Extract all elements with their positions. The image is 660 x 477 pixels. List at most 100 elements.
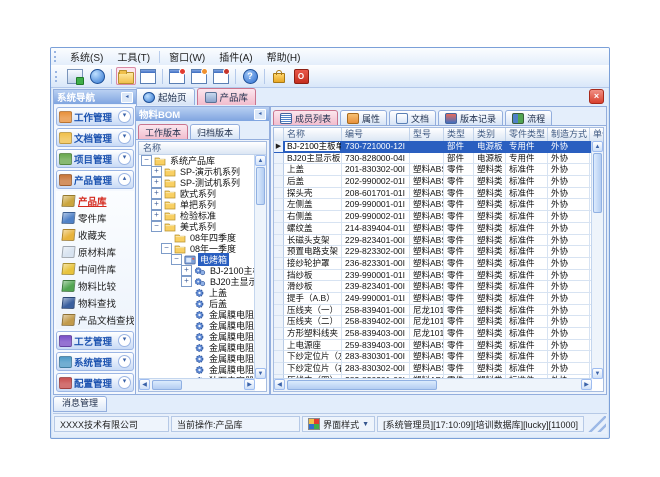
message-panel-tab[interactable]: 消息管理 (53, 396, 107, 412)
chevron-up-icon[interactable]: ▴ (118, 173, 131, 186)
menu-item-5[interactable]: 帮助(H) (260, 48, 308, 65)
lock-button[interactable] (269, 67, 289, 85)
workspace-button[interactable] (65, 67, 85, 85)
collapse-panel-icon[interactable]: ◂ (121, 92, 133, 103)
scroll-up-icon[interactable]: ▲ (255, 155, 266, 166)
menubar-grip[interactable] (54, 51, 59, 62)
table-row[interactable]: 长磁头支架229-823401-00I塑料ABS零件塑料类标准件外协条 (274, 235, 592, 247)
chevron-down-icon[interactable]: ▾ (118, 110, 131, 123)
column-header-名称[interactable]: 名称 (284, 128, 342, 141)
web-button[interactable] (87, 67, 107, 85)
document-tab-2[interactable]: 产品库 (197, 88, 257, 105)
collapse-bom-icon[interactable]: ◂ (254, 109, 266, 120)
column-header-类别[interactable]: 类别 (474, 128, 506, 141)
close-window-button[interactable] (211, 67, 231, 85)
detail-tab-4[interactable]: 版本记录 (438, 110, 503, 125)
table-row[interactable]: 上电源座259-839403-00I塑料ABS零件塑料类标准件外协条 (274, 340, 592, 352)
expand-icon[interactable]: + (151, 210, 162, 221)
exit-button[interactable]: O (291, 67, 311, 85)
collapse-icon[interactable]: − (161, 243, 172, 254)
expand-icon[interactable]: + (151, 199, 162, 210)
detail-tab-2[interactable]: 属性 (340, 110, 387, 125)
expand-icon[interactable]: + (151, 177, 162, 188)
table-row[interactable]: 压线夹（二）258-839402-00I尼龙1010零件塑料类标准件外协条 (274, 316, 592, 328)
sidebar-item-产品文档查找[interactable]: 产品文档查找 (56, 311, 134, 328)
menu-item-3[interactable]: 窗口(W) (162, 48, 212, 65)
collapse-icon[interactable]: − (151, 221, 162, 232)
close-tab-button[interactable]: × (589, 89, 604, 104)
menu-item-1[interactable]: 系统(S) (63, 48, 110, 65)
table-row[interactable]: 下纱定位片（左）283-830301-00I塑料ABS零件塑料类标准件外协条 (274, 351, 592, 363)
tree-vertical-scrollbar[interactable]: ▲ ▼ (254, 155, 266, 379)
scroll-down-icon[interactable]: ▼ (592, 368, 603, 379)
nav-group-3[interactable]: 项目管理▾ (56, 149, 134, 168)
collapse-icon[interactable]: − (171, 254, 182, 265)
sidebar-item-零件库[interactable]: 零件库 (56, 209, 134, 226)
table-row[interactable]: 接纱轮护罩236-823301-00I塑料ABS零件塑料类标准件外协条 (274, 258, 592, 270)
column-header-制造方式[interactable]: 制造方式 (548, 128, 590, 141)
document-tab-1[interactable]: 起始页 (135, 88, 195, 105)
version-tab-2[interactable]: 归档版本 (190, 124, 240, 139)
table-row[interactable]: 挡纱板239-990001-01I塑料ABS零件塑料类标准件外协条 (274, 270, 592, 282)
chevron-down-icon[interactable]: ▾ (118, 376, 131, 389)
tree-column-header[interactable]: 名称 (139, 142, 266, 155)
table-row[interactable]: 上盖201-830302-00I塑料ABS零件塑料类标准件外协条 (274, 164, 592, 176)
grid-vertical-scrollbar[interactable]: ▲ ▼ (591, 141, 603, 379)
table-row[interactable]: 提手（A.B）249-990001-01I塑料ABS零件塑料类标准件外协条 (274, 293, 592, 305)
table-row[interactable]: 下纱定位片（右）283-830302-00I塑料ABS零件塑料类标准件外协条 (274, 363, 592, 375)
sidebar-item-产品库[interactable]: 产品库 (56, 192, 134, 209)
column-header-型号[interactable]: 型号 (410, 128, 444, 141)
tree-horizontal-scrollbar[interactable]: ◀ ▶ (139, 378, 255, 391)
nav-group-6[interactable]: 系统管理▾ (56, 352, 134, 371)
table-row[interactable]: 右侧盖209-990002-01I塑料ABS零件塑料类标准件外协条 (274, 211, 592, 223)
table-row[interactable]: 预置电路支架229-823302-00I塑料ABS零件塑料类标准件外协条 (274, 246, 592, 258)
arrange-window-button[interactable] (189, 67, 209, 85)
nav-group-2[interactable]: 文档管理▾ (56, 128, 134, 147)
scroll-right-icon[interactable]: ▶ (244, 379, 255, 390)
version-tab-1[interactable]: 工作版本 (138, 124, 188, 139)
table-row[interactable]: 滑纱板239-823401-00I塑料ABS零件塑料类标准件外协条 (274, 281, 592, 293)
chevron-down-icon[interactable]: ▾ (118, 334, 131, 347)
table-row[interactable]: ▶BJ-2100主板单点730-721000-12I部件电源板专用件外协颗 (274, 141, 592, 153)
chevron-down-icon[interactable]: ▾ (118, 152, 131, 165)
detail-tab-3[interactable]: 文档 (389, 110, 436, 125)
sidebar-item-原材料库[interactable]: 原材料库 (56, 243, 134, 260)
menu-item-2[interactable]: 工具(T) (110, 48, 157, 65)
ui-style-selector[interactable]: 界面样式 ▼ (302, 416, 375, 432)
expand-icon[interactable]: + (181, 265, 192, 276)
table-row[interactable]: 左侧盖209-990001-01I塑料ABS零件塑料类标准件外协条 (274, 199, 592, 211)
table-row[interactable]: 探头壳208-601701-01I塑料ABS零件塑料类标准件外协条 (274, 188, 592, 200)
chevron-down-icon[interactable]: ▾ (118, 131, 131, 144)
scroll-left-icon[interactable]: ◀ (139, 379, 150, 390)
menu-item-4[interactable]: 插件(A) (212, 48, 259, 65)
sidebar-item-物料查找[interactable]: 物料查找 (56, 294, 134, 311)
scroll-right-icon[interactable]: ▶ (581, 379, 592, 390)
help-button[interactable]: ? (240, 67, 260, 85)
scroll-up-icon[interactable]: ▲ (592, 141, 603, 152)
resize-grip[interactable] (586, 416, 606, 432)
grid-hscroll-thumb[interactable] (287, 380, 437, 390)
column-header-类型[interactable]: 类型 (444, 128, 474, 141)
nav-group-5[interactable]: 工艺管理▾ (56, 331, 134, 350)
tree-node-08年一季度[interactable]: −08年一季度 (139, 243, 255, 254)
table-row[interactable]: 方形塑料线夹258-839403-00I尼龙1010零件塑料类标准件外协条 (274, 328, 592, 340)
expand-icon[interactable]: + (151, 166, 162, 177)
sidebar-item-中间件库[interactable]: 中间件库 (56, 260, 134, 277)
column-header-编号[interactable]: 编号 (342, 128, 410, 141)
toolbar-grip[interactable] (55, 71, 60, 82)
sidebar-item-收藏夹[interactable]: 收藏夹 (56, 226, 134, 243)
collapse-icon[interactable]: − (141, 155, 152, 166)
scroll-left-icon[interactable]: ◀ (274, 379, 285, 390)
table-row[interactable]: 后盖202-990002-01I塑料ABS零件塑料类标准件外协条 (274, 176, 592, 188)
sidebar-item-物料比较[interactable]: 物料比较 (56, 277, 134, 294)
expand-icon[interactable]: + (151, 188, 162, 199)
detail-tab-5[interactable]: 流程 (505, 110, 552, 125)
tree-node-上盖[interactable]: 上盖 (139, 287, 255, 298)
nav-group-1[interactable]: 工作管理▾ (56, 107, 134, 126)
tree-node-BJ20主显示板[interactable]: +BJ20主显示板 (139, 276, 255, 287)
table-row[interactable]: 螺纹盖214-839404-01I塑料ABS零件塑料类标准件外协条 (274, 223, 592, 235)
scroll-down-icon[interactable]: ▼ (255, 368, 266, 379)
column-header-单位[interactable]: 单位 (590, 128, 604, 141)
new-window-button[interactable] (167, 67, 187, 85)
open-library-button[interactable] (116, 67, 136, 85)
